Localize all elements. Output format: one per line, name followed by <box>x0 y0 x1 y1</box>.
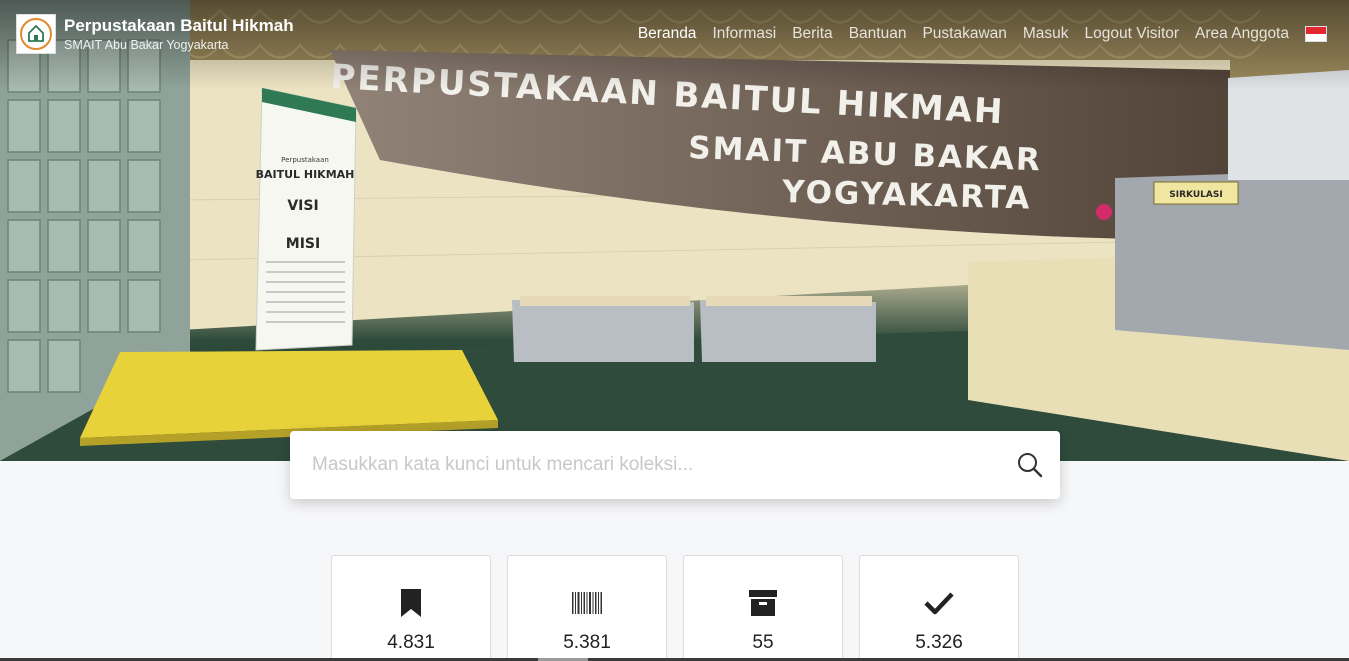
nav-beranda[interactable]: Beranda <box>638 24 697 44</box>
library-logo-icon <box>16 14 56 54</box>
wall-sign-line3: YOGYAKARTA <box>781 174 1032 217</box>
banner-misi: MISI <box>286 236 320 252</box>
indonesia-flag-icon[interactable] <box>1305 26 1327 42</box>
search-icon[interactable] <box>1016 451 1044 479</box>
brand[interactable]: Perpustakaan Baitul Hikmah SMAIT Abu Bak… <box>16 14 294 54</box>
nav-area-anggota[interactable]: Area Anggota <box>1195 24 1289 44</box>
stat-card-items: 5.381 <box>507 555 667 661</box>
stat-value: 55 <box>752 632 774 653</box>
banner-line1: Perpustakaan <box>281 156 329 164</box>
nav-logout-visitor[interactable]: Logout Visitor <box>1085 24 1180 44</box>
search-box <box>290 431 1060 499</box>
banner-line2: BAITUL HIKMAH <box>256 168 355 181</box>
stat-value: 5.326 <box>915 632 963 653</box>
nav-berita[interactable]: Berita <box>792 24 833 44</box>
nav-bantuan[interactable]: Bantuan <box>849 24 907 44</box>
brand-title: Perpustakaan Baitul Hikmah <box>64 16 294 35</box>
banner-visi: VISI <box>287 198 318 214</box>
bookmark-icon <box>332 586 490 620</box>
nav-informasi[interactable]: Informasi <box>712 24 776 44</box>
stat-value: 5.381 <box>563 632 611 653</box>
nav-masuk[interactable]: Masuk <box>1023 24 1069 44</box>
main-nav: Beranda Informasi Berita Bantuan Pustaka… <box>622 24 1327 44</box>
barcode-icon <box>508 586 666 620</box>
stat-card-available: 5.326 <box>859 555 1019 661</box>
search-input[interactable] <box>312 435 1012 495</box>
archive-box-icon <box>684 586 842 620</box>
hero-image: PERPUSTAKAAN BAITUL HIKMAH SMAIT ABU BAK… <box>0 0 1349 461</box>
check-icon <box>860 586 1018 620</box>
stat-card-archives: 55 <box>683 555 843 661</box>
brand-subtitle: SMAIT Abu Bakar Yogyakarta <box>64 38 229 52</box>
stat-value: 4.831 <box>387 632 435 653</box>
counter-sign: SIRKULASI <box>1169 190 1222 200</box>
nav-pustakawan[interactable]: Pustakawan <box>922 24 1006 44</box>
stats-row: 4.831 5.381 55 5.326 <box>331 555 1019 661</box>
stat-card-titles: 4.831 <box>331 555 491 661</box>
